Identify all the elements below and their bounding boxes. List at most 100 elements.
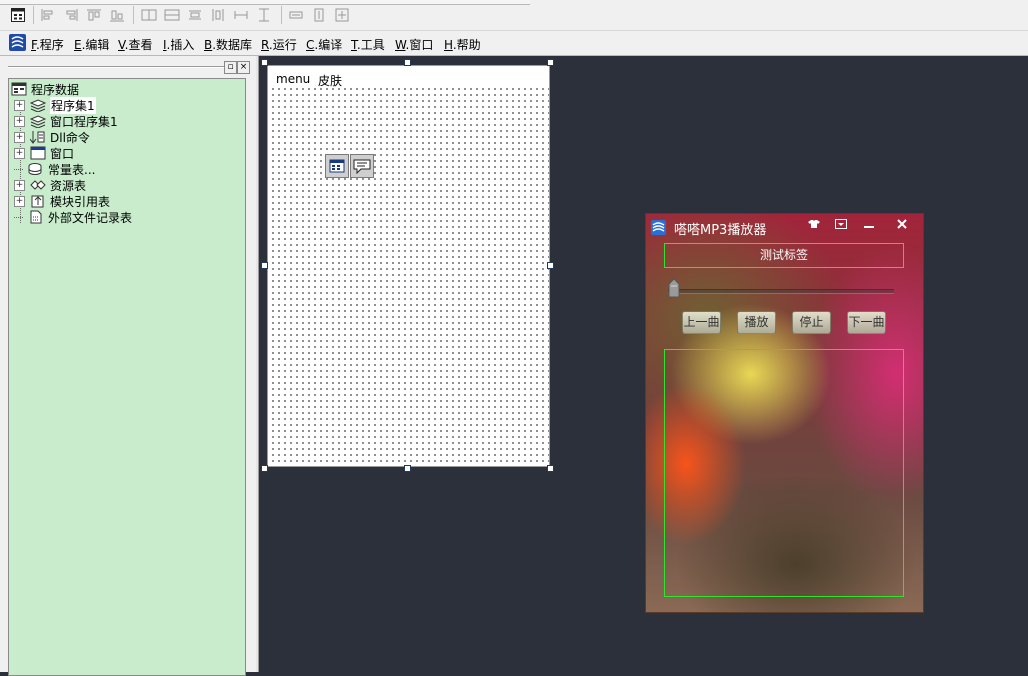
form-menu-item-menu[interactable]: menu (276, 72, 310, 86)
tree-item-external-file[interactable]: 外部文件记录表 (14, 209, 132, 225)
progress-slider-thumb[interactable] (668, 278, 680, 298)
restore-panel-icon[interactable]: ▫ (224, 61, 237, 74)
menu-run[interactable]: R.运行 (261, 36, 297, 53)
tree-item-module-reference[interactable]: + 模块引用表 (14, 193, 110, 209)
window-icon (30, 146, 46, 160)
resource-table-icon (30, 178, 46, 192)
tree-item-window-assembly1[interactable]: + 窗口程序集1 (14, 113, 118, 129)
menu-tools[interactable]: T.工具 (351, 36, 385, 53)
mp3-player-window: 嗒嗒MP3播放器 测试标签 上一曲 播放 停止 下一曲 (645, 213, 924, 613)
menu-help[interactable]: H.帮助 (444, 36, 481, 53)
tree-item-label: 资源表 (50, 178, 87, 193)
expand-icon[interactable]: + (14, 131, 25, 143)
playlist-box[interactable] (664, 349, 904, 597)
same-width-icon[interactable] (232, 6, 250, 24)
menu-window[interactable]: W.窗口 (395, 36, 433, 53)
resize-handle-n[interactable] (404, 59, 411, 66)
program-data-panel: ▫ × 程序数据 + 程序集1 + 窗口程序集1 + Dll命令 + 窗口 常量… (0, 56, 256, 676)
skin-shirt-icon[interactable] (801, 214, 827, 234)
distribute-vertical-icon[interactable] (209, 6, 227, 24)
align-top-icon[interactable] (85, 6, 103, 24)
resize-handle-nw[interactable] (261, 59, 268, 66)
minimize-icon[interactable] (855, 214, 883, 234)
distribute-horizontal-icon[interactable] (186, 6, 204, 24)
menu-insert[interactable]: I.插入 (163, 36, 194, 53)
progress-slider[interactable] (668, 289, 894, 294)
player-app-icon (651, 220, 666, 235)
tree-item-label: 窗口 (50, 146, 75, 161)
test-label: 测试标签 (664, 243, 904, 268)
resize-handle-sw[interactable] (261, 465, 268, 472)
expand-icon[interactable]: + (14, 115, 25, 127)
space-both-icon[interactable] (333, 6, 351, 24)
menu-dropdown-icon[interactable] (828, 214, 854, 234)
tree-item-label: 外部文件记录表 (48, 210, 133, 225)
expand-icon[interactable]: + (14, 179, 25, 191)
toolbar-separator (281, 6, 282, 24)
space-vertical-icon[interactable] (310, 6, 328, 24)
panel-splitter[interactable] (256, 56, 259, 672)
player-title: 嗒嗒MP3播放器 (674, 223, 767, 238)
menu-program[interactable]: F.程序 (31, 36, 64, 53)
program-data-icon (11, 82, 27, 96)
toolbar-separator (33, 6, 34, 24)
app-logo-icon (9, 34, 26, 51)
menu-view[interactable]: V.查看 (118, 36, 153, 53)
designer-form[interactable]: menu 皮肤 (267, 65, 550, 467)
align-left-icon[interactable] (39, 6, 57, 24)
tree-item-window[interactable]: + 窗口 (14, 145, 74, 161)
tree-branch-line (14, 168, 23, 170)
resize-handle-se[interactable] (547, 465, 554, 472)
center-vertical-icon[interactable] (163, 6, 181, 24)
expand-icon[interactable]: + (14, 147, 25, 159)
tree-item-label: 窗口程序集1 (50, 114, 118, 129)
tree-item-dll-command[interactable]: + Dll命令 (14, 129, 90, 145)
next-track-button[interactable]: 下一曲 (847, 311, 886, 334)
menu-database[interactable]: B.数据库 (204, 36, 252, 53)
center-horizontal-icon[interactable] (140, 6, 158, 24)
previous-track-button[interactable]: 上一曲 (682, 311, 721, 334)
form-icon[interactable] (9, 6, 27, 24)
assembly-icon (30, 98, 46, 112)
same-size-icon[interactable] (287, 6, 305, 24)
close-icon[interactable] (887, 214, 917, 234)
panel-header: ▫ × (4, 60, 250, 74)
menu-compile[interactable]: C.编译 (306, 36, 342, 53)
tree-item-resource-table[interactable]: + 资源表 (14, 177, 86, 193)
stop-button[interactable]: 停止 (792, 311, 831, 334)
expand-icon[interactable]: + (14, 195, 25, 207)
resize-handle-s[interactable] (404, 465, 411, 472)
main-menu-bar: F.程序 E.编辑 V.查看 I.插入 B.数据库 R.运行 C.编译 T.工具… (0, 31, 1028, 56)
menu-edit[interactable]: E.编辑 (74, 36, 109, 53)
tree-item-label: 程序集1 (50, 96, 96, 114)
resize-handle-w[interactable] (261, 262, 268, 269)
form-menu-item-skin[interactable]: 皮肤 (318, 72, 342, 89)
close-panel-icon[interactable]: × (237, 61, 250, 74)
tree-branch-line (14, 216, 23, 218)
play-button[interactable]: 播放 (737, 311, 776, 334)
expand-icon[interactable]: + (14, 99, 25, 111)
toolbar-top-edge (0, 0, 530, 5)
top-toolbar (0, 0, 1028, 31)
resize-handle-e[interactable] (547, 262, 554, 269)
program-tree: 程序数据 + 程序集1 + 窗口程序集1 + Dll命令 + 窗口 常量表... (8, 78, 246, 676)
tree-item-assembly1[interactable]: + 程序集1 (14, 96, 96, 114)
tooltip-component-icon[interactable] (350, 154, 374, 178)
panel-grip[interactable] (8, 66, 224, 68)
resize-handle-ne[interactable] (547, 59, 554, 66)
align-right-icon[interactable] (62, 6, 80, 24)
module-reference-icon (30, 194, 46, 208)
timer-component-icon[interactable] (325, 154, 349, 178)
tree-root-label: 程序数据 (31, 82, 80, 97)
external-file-icon (28, 210, 44, 224)
align-bottom-icon[interactable] (108, 6, 126, 24)
tree-item-label: 常量表... (48, 162, 96, 177)
form-menu-bar: menu 皮肤 (268, 66, 549, 89)
constant-table-icon (28, 162, 44, 176)
same-height-icon[interactable] (255, 6, 273, 24)
tree-item-constant-table[interactable]: 常量表... (14, 161, 95, 177)
tree-item-label: Dll命令 (50, 130, 90, 145)
tree-item-label: 模块引用表 (50, 194, 111, 209)
assembly-icon (30, 114, 46, 128)
tree-root[interactable]: 程序数据 (11, 81, 79, 97)
